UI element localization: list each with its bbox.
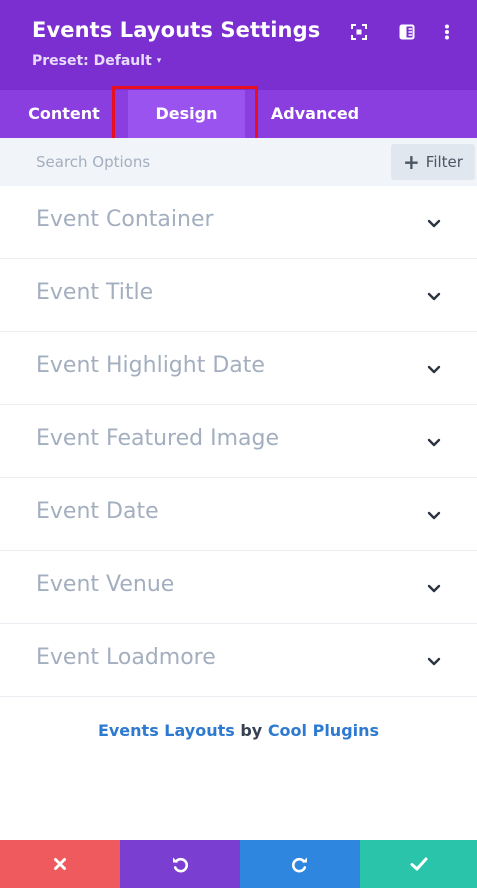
plugin-credit: Events Layouts by Cool Plugins	[0, 721, 477, 740]
preset-selector[interactable]: Preset: Default ▾	[32, 53, 161, 69]
redo-button[interactable]	[240, 840, 360, 888]
product-link[interactable]: Events Layouts	[98, 721, 235, 740]
option-label: Event Date	[36, 499, 159, 524]
chevron-down-icon	[427, 292, 441, 301]
option-event-loadmore[interactable]: Event Loadmore	[0, 624, 477, 697]
undo-button[interactable]	[120, 840, 240, 888]
option-event-venue[interactable]: Event Venue	[0, 551, 477, 624]
tab-bar: Content Design Advanced	[0, 90, 477, 138]
chevron-down-icon	[427, 438, 441, 447]
option-label: Event Highlight Date	[36, 353, 265, 378]
redo-icon	[292, 857, 307, 873]
discard-button[interactable]	[0, 840, 120, 888]
chevron-down-icon	[427, 584, 441, 593]
check-icon	[410, 857, 427, 871]
chevron-down-icon	[427, 657, 441, 666]
panel-title: Events Layouts Settings	[32, 18, 321, 42]
search-input[interactable]	[0, 138, 385, 186]
option-event-container[interactable]: Event Container	[0, 186, 477, 259]
option-label: Event Featured Image	[36, 426, 280, 451]
option-label: Event Venue	[36, 572, 175, 597]
filter-label: Filter	[425, 153, 463, 171]
save-button[interactable]	[360, 840, 477, 888]
chevron-down-icon	[427, 511, 441, 520]
settings-header: Events Layouts Settings Preset: Default ▾	[0, 0, 477, 90]
filter-button[interactable]: + Filter	[391, 144, 475, 180]
option-label: Event Container	[36, 207, 214, 232]
plus-icon: +	[403, 150, 420, 174]
tab-advanced[interactable]: Advanced	[245, 90, 385, 138]
option-label: Event Loadmore	[36, 645, 216, 670]
close-icon	[54, 858, 66, 870]
tab-design[interactable]: Design	[128, 90, 245, 138]
credit-by-text: by	[240, 721, 263, 740]
focus-icon[interactable]	[349, 22, 369, 42]
chevron-down-icon	[427, 219, 441, 228]
more-menu-icon[interactable]	[437, 22, 457, 42]
tab-content[interactable]: Content	[0, 90, 128, 138]
chevron-down-icon	[427, 365, 441, 374]
options-list: Event Container Event Title Event Highli…	[0, 186, 477, 697]
undo-icon	[173, 857, 188, 873]
author-link[interactable]: Cool Plugins	[268, 721, 379, 740]
option-event-title[interactable]: Event Title	[0, 259, 477, 332]
action-footer	[0, 840, 477, 888]
option-label: Event Title	[36, 280, 154, 305]
caret-down-icon: ▾	[156, 56, 162, 66]
option-event-featured-image[interactable]: Event Featured Image	[0, 405, 477, 478]
option-event-date[interactable]: Event Date	[0, 478, 477, 551]
option-event-highlight-date[interactable]: Event Highlight Date	[0, 332, 477, 405]
preset-label: Preset: Default	[32, 53, 152, 69]
split-view-icon[interactable]	[397, 22, 417, 42]
